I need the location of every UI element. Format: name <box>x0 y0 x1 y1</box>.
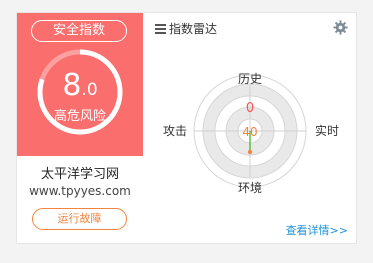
score-integer: 8 <box>62 68 82 103</box>
risk-level: 高危风险 <box>53 109 106 124</box>
axis-label-history: 历史 <box>238 72 262 86</box>
gear-icon[interactable] <box>333 20 348 35</box>
radar-title: 指数雷达 <box>169 22 218 36</box>
security-index-badge: 安全指数 <box>31 20 127 42</box>
radar-point <box>247 149 253 155</box>
axis-label-realtime: 实时 <box>315 123 339 138</box>
radar-value-center: 40 <box>242 125 257 139</box>
security-index-card: 安全指数 8.0 高危风险 太平洋学习网 www.tpyyes.com 运行故障… <box>16 12 357 244</box>
score-header: 安全指数 8.0 高危风险 <box>17 13 143 156</box>
site-url: www.tpyyes.com <box>29 184 131 198</box>
hamburger-icon <box>155 24 166 34</box>
run-fault-button[interactable]: 运行故障 <box>32 208 127 230</box>
score-panel: 安全指数 8.0 高危风险 太平洋学习网 www.tpyyes.com 运行故障 <box>17 13 143 243</box>
radar-panel: 指数雷达 历史 实时 环境 攻击 0 40 查看详情>> <box>143 13 356 243</box>
score-decimal: .0 <box>81 80 98 100</box>
score-value: 8.0 <box>34 71 126 105</box>
axis-label-attack: 攻击 <box>163 124 187 138</box>
site-name: 太平洋学习网 <box>40 167 119 182</box>
score-gauge: 8.0 高危风险 <box>34 46 126 138</box>
radar-value-history: 0 <box>246 101 254 116</box>
axis-label-environment: 环境 <box>238 180 262 195</box>
view-details-link[interactable]: 查看详情>> <box>286 222 348 238</box>
index-radar: 历史 实时 环境 攻击 0 40 <box>163 72 339 195</box>
